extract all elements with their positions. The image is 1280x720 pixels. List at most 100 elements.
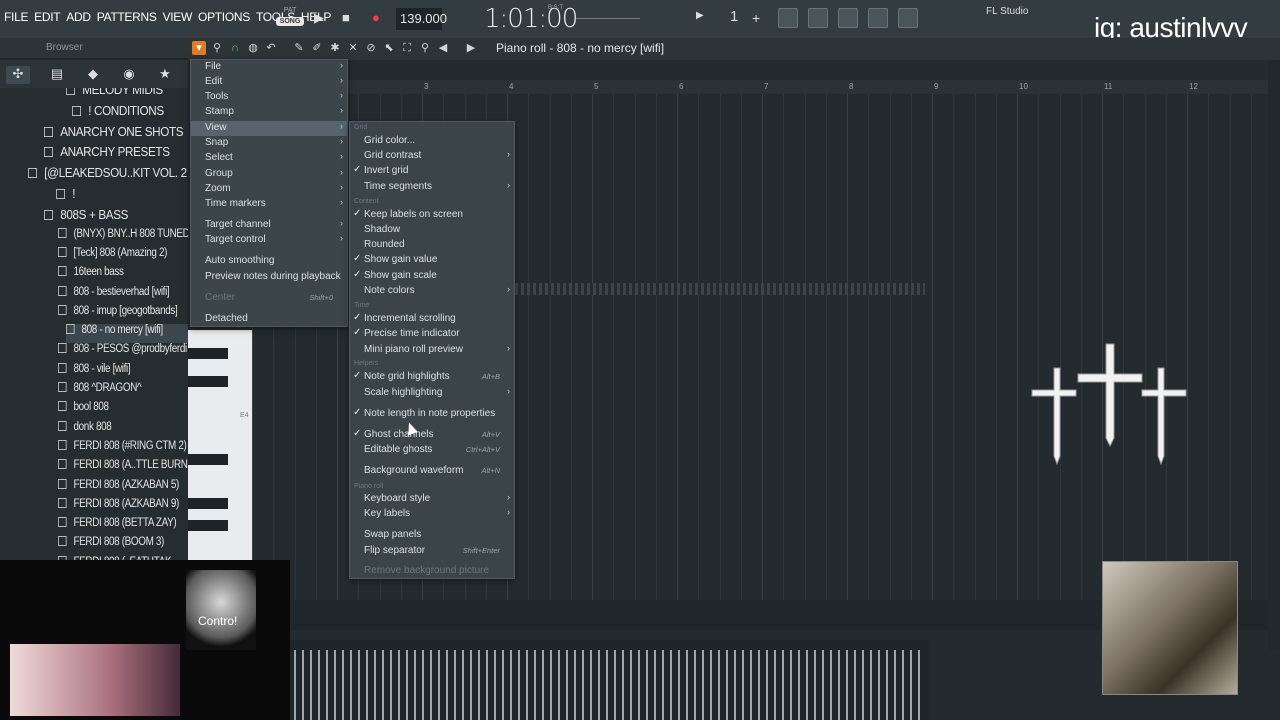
menu-view[interactable]: VIEW: [163, 10, 193, 24]
browser-item[interactable]: 808 - no mercy [wifi]: [66, 324, 188, 344]
black-key[interactable]: [188, 376, 228, 387]
view-menu-item[interactable]: Time segments ›: [350, 180, 514, 195]
main-menu-item[interactable]: Edit ›: [191, 75, 347, 90]
browser-item[interactable]: FERDI 808 (A..TTLE BURNT): [58, 459, 188, 478]
channel-rack-icon[interactable]: [838, 8, 858, 28]
browser-item[interactable]: 808 - vile [wifi]: [58, 362, 131, 382]
view-menu-item[interactable]: ✓ Note length in note properties: [350, 407, 514, 422]
browser-item[interactable]: 808 ^DRAGON^: [58, 382, 142, 401]
velocity-bar[interactable]: [382, 650, 384, 720]
menu-file[interactable]: FILE: [4, 10, 28, 24]
velocity-bar[interactable]: [686, 650, 688, 720]
velocity-bar[interactable]: [510, 650, 512, 720]
vertical-scrollbar[interactable]: [1268, 60, 1280, 650]
velocity-bar[interactable]: [894, 650, 896, 720]
velocity-bar[interactable]: [606, 650, 608, 720]
main-menu-item[interactable]: Zoom ›: [191, 182, 347, 197]
velocity-bar[interactable]: [758, 650, 760, 720]
velocity-bar[interactable]: [574, 650, 576, 720]
velocity-bar[interactable]: [350, 650, 352, 720]
stop-icon[interactable]: ■: [342, 10, 350, 25]
browser-item[interactable]: [@LEAKEDSOU..KIT VOL. 2: [28, 165, 187, 184]
undo-icon[interactable]: ↶: [264, 41, 278, 55]
velocity-bar[interactable]: [678, 650, 680, 720]
velocity-bar[interactable]: [846, 650, 848, 720]
browser-item[interactable]: 808 - imup [geogotbands]: [58, 304, 178, 324]
velocity-bar[interactable]: [830, 650, 832, 720]
browser-item[interactable]: ANARCHY PRESETS: [44, 144, 170, 163]
menu-options[interactable]: OPTIONS: [198, 10, 250, 24]
piano-roll-icon[interactable]: [808, 8, 828, 28]
slice-tool-icon[interactable]: ⊘: [364, 41, 378, 55]
plugin-picker-icon[interactable]: [898, 8, 918, 28]
velocity-bar[interactable]: [886, 650, 888, 720]
velocity-bar[interactable]: [662, 650, 664, 720]
select-tool-icon[interactable]: ⬉: [382, 41, 396, 55]
velocity-bar[interactable]: [470, 650, 472, 720]
velocity-bar[interactable]: [366, 650, 368, 720]
browser-item[interactable]: bool 808: [58, 401, 109, 420]
browser-item[interactable]: FERDI 808 (#RING CTM 2): [58, 439, 187, 459]
zoom-tool-icon[interactable]: ⛶: [400, 41, 414, 55]
velocity-bar[interactable]: [670, 650, 672, 720]
play-icon[interactable]: ▶: [314, 10, 324, 26]
view-menu-item[interactable]: Flip separator Shift+Enter: [350, 544, 514, 559]
velocity-bar[interactable]: [630, 650, 632, 720]
velocity-bar[interactable]: [414, 650, 416, 720]
browser-item[interactable]: ! CONDITIONS: [72, 103, 164, 122]
main-menu-item[interactable]: Time markers ›: [191, 197, 347, 212]
velocity-bar[interactable]: [558, 650, 560, 720]
velocity-bar[interactable]: [734, 650, 736, 720]
browser-item[interactable]: 808 - bestieverhad [wifi]: [58, 285, 170, 305]
velocity-bar[interactable]: [390, 650, 392, 720]
velocity-bar[interactable]: [526, 650, 528, 720]
velocity-bar[interactable]: [542, 650, 544, 720]
view-menu-item[interactable]: Editable ghosts Ctrl+Alt+V: [350, 443, 514, 458]
velocity-bar[interactable]: [854, 650, 856, 720]
view-menu-item[interactable]: Scale highlighting ›: [350, 386, 514, 401]
browser-item[interactable]: donk 808: [58, 420, 112, 440]
view-menu-item[interactable]: Shadow: [350, 223, 514, 238]
velocity-bar[interactable]: [518, 650, 520, 720]
velocity-bar[interactable]: [790, 650, 792, 720]
velocity-bar[interactable]: [478, 650, 480, 720]
velocity-bar[interactable]: [374, 650, 376, 720]
velocity-bar[interactable]: [302, 650, 304, 720]
browser-item[interactable]: FERDI 808 (AZKABAN 9): [58, 497, 179, 517]
view-menu-item[interactable]: Grid color...: [350, 134, 514, 149]
view-menu-item[interactable]: Key labels ›: [350, 507, 514, 522]
velocity-bar[interactable]: [326, 650, 328, 720]
velocity-bar[interactable]: [614, 650, 616, 720]
velocity-bar[interactable]: [430, 650, 432, 720]
mute-tool-icon[interactable]: ✕: [346, 41, 360, 55]
velocity-bar[interactable]: [638, 650, 640, 720]
velocity-lane[interactable]: [290, 640, 930, 720]
velocity-bar[interactable]: [462, 650, 464, 720]
view-menu-item[interactable]: ✓ Note grid highlights Alt+B: [350, 370, 514, 385]
velocity-bar[interactable]: [294, 650, 296, 720]
velocity-bar[interactable]: [918, 650, 920, 720]
browser-item[interactable]: !: [56, 186, 75, 205]
velocity-bar[interactable]: [454, 650, 456, 720]
velocity-bar[interactable]: [750, 650, 752, 720]
velocity-bar[interactable]: [342, 650, 344, 720]
magnifier-icon[interactable]: ⚲: [418, 41, 432, 55]
velocity-bar[interactable]: [334, 650, 336, 720]
main-menu-item[interactable]: Tools ›: [191, 90, 347, 105]
velocity-bar[interactable]: [358, 650, 360, 720]
view-menu-item[interactable]: Keyboard style ›: [350, 492, 514, 507]
main-menu-item[interactable]: Auto smoothing: [191, 254, 347, 269]
tempo-display[interactable]: 139.000: [396, 8, 447, 30]
pat-song-toggle[interactable]: PAT SONG: [276, 6, 304, 32]
velocity-bar[interactable]: [702, 650, 704, 720]
mixer-icon[interactable]: [868, 8, 888, 28]
view-menu-item[interactable]: Mini piano roll preview ›: [350, 343, 514, 358]
add-pattern-icon[interactable]: +: [752, 10, 760, 26]
view-menu-item[interactable]: ✓ Show gain value: [350, 253, 514, 268]
pattern-next-icon[interactable]: ▶: [696, 10, 704, 21]
main-menu-item[interactable]: Target channel ›: [191, 218, 347, 233]
piano-roll-ruler[interactable]: 3 4 5 6 7 8 9 10 11 12: [250, 80, 1280, 94]
black-key[interactable]: [188, 498, 228, 509]
velocity-bar[interactable]: [694, 650, 696, 720]
browser-item[interactable]: [Teck] 808 (Amazing 2): [58, 246, 167, 266]
